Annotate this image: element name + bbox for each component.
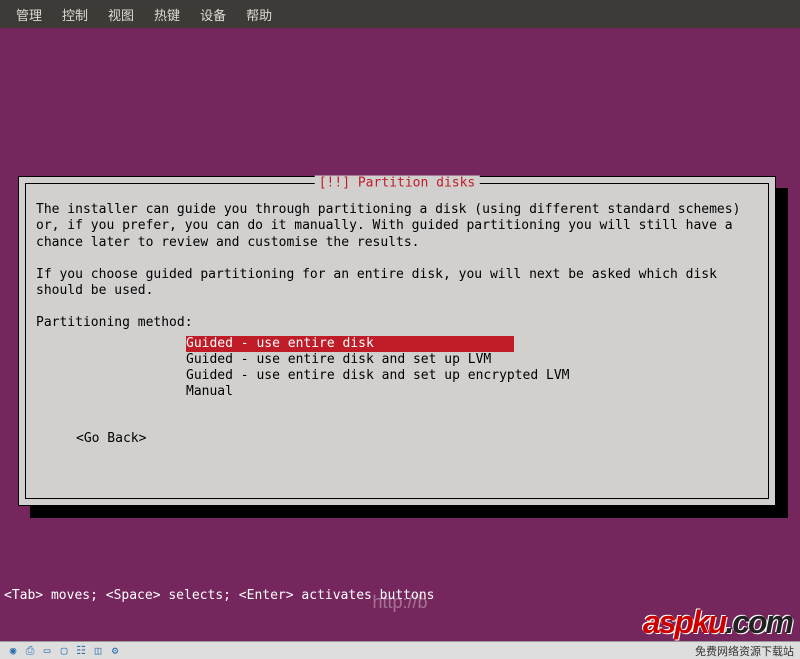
- vm-menubar: 管理 控制 视图 热键 设备 帮助: [0, 0, 800, 28]
- go-back-button[interactable]: <Go Back>: [76, 431, 758, 447]
- option-guided-encrypted-lvm[interactable]: Guided - use entire disk and set up encr…: [186, 368, 758, 384]
- installer-screen: [!!] Partition disks The installer can g…: [0, 28, 800, 641]
- partition-options: Guided - use entire disk Guided - use en…: [186, 336, 758, 401]
- display-icon[interactable]: ▢: [57, 644, 71, 658]
- mouse-icon[interactable]: ◫: [91, 644, 105, 658]
- menu-hotkeys[interactable]: 热键: [146, 1, 188, 28]
- option-guided-entire-disk[interactable]: Guided - use entire disk: [186, 336, 514, 352]
- disc-icon[interactable]: ◉: [6, 644, 20, 658]
- dialog-content: The installer can guide you through part…: [26, 184, 768, 457]
- usb-icon[interactable]: ⎙: [23, 644, 37, 658]
- option-guided-lvm[interactable]: Guided - use entire disk and set up LVM: [186, 352, 758, 368]
- dialog-para-1: The installer can guide you through part…: [36, 202, 758, 251]
- dialog-border: [!!] Partition disks The installer can g…: [25, 183, 769, 499]
- partition-dialog: [!!] Partition disks The installer can g…: [18, 176, 776, 506]
- folder-icon[interactable]: ▭: [40, 644, 54, 658]
- settings-icon[interactable]: ⚙: [108, 644, 122, 658]
- method-label: Partitioning method:: [36, 315, 758, 331]
- help-line: <Tab> moves; <Space> selects; <Enter> ac…: [4, 588, 434, 603]
- vm-statusbar: ◉ ⎙ ▭ ▢ ☷ ◫ ⚙ 免费网络资源下载站: [0, 641, 800, 659]
- watermark-tag: 免费网络资源下载站: [695, 643, 794, 659]
- option-manual[interactable]: Manual: [186, 384, 758, 400]
- menu-help[interactable]: 帮助: [238, 1, 280, 28]
- menu-devices[interactable]: 设备: [192, 1, 234, 28]
- dialog-para-2: If you choose guided partitioning for an…: [36, 267, 758, 300]
- menu-view[interactable]: 视图: [100, 1, 142, 28]
- dialog-title: [!!] Partition disks: [315, 176, 480, 191]
- menu-manage[interactable]: 管理: [8, 1, 50, 28]
- menu-control[interactable]: 控制: [54, 1, 96, 28]
- network-icon[interactable]: ☷: [74, 644, 88, 658]
- tray-icons: ◉ ⎙ ▭ ▢ ☷ ◫ ⚙: [6, 644, 122, 658]
